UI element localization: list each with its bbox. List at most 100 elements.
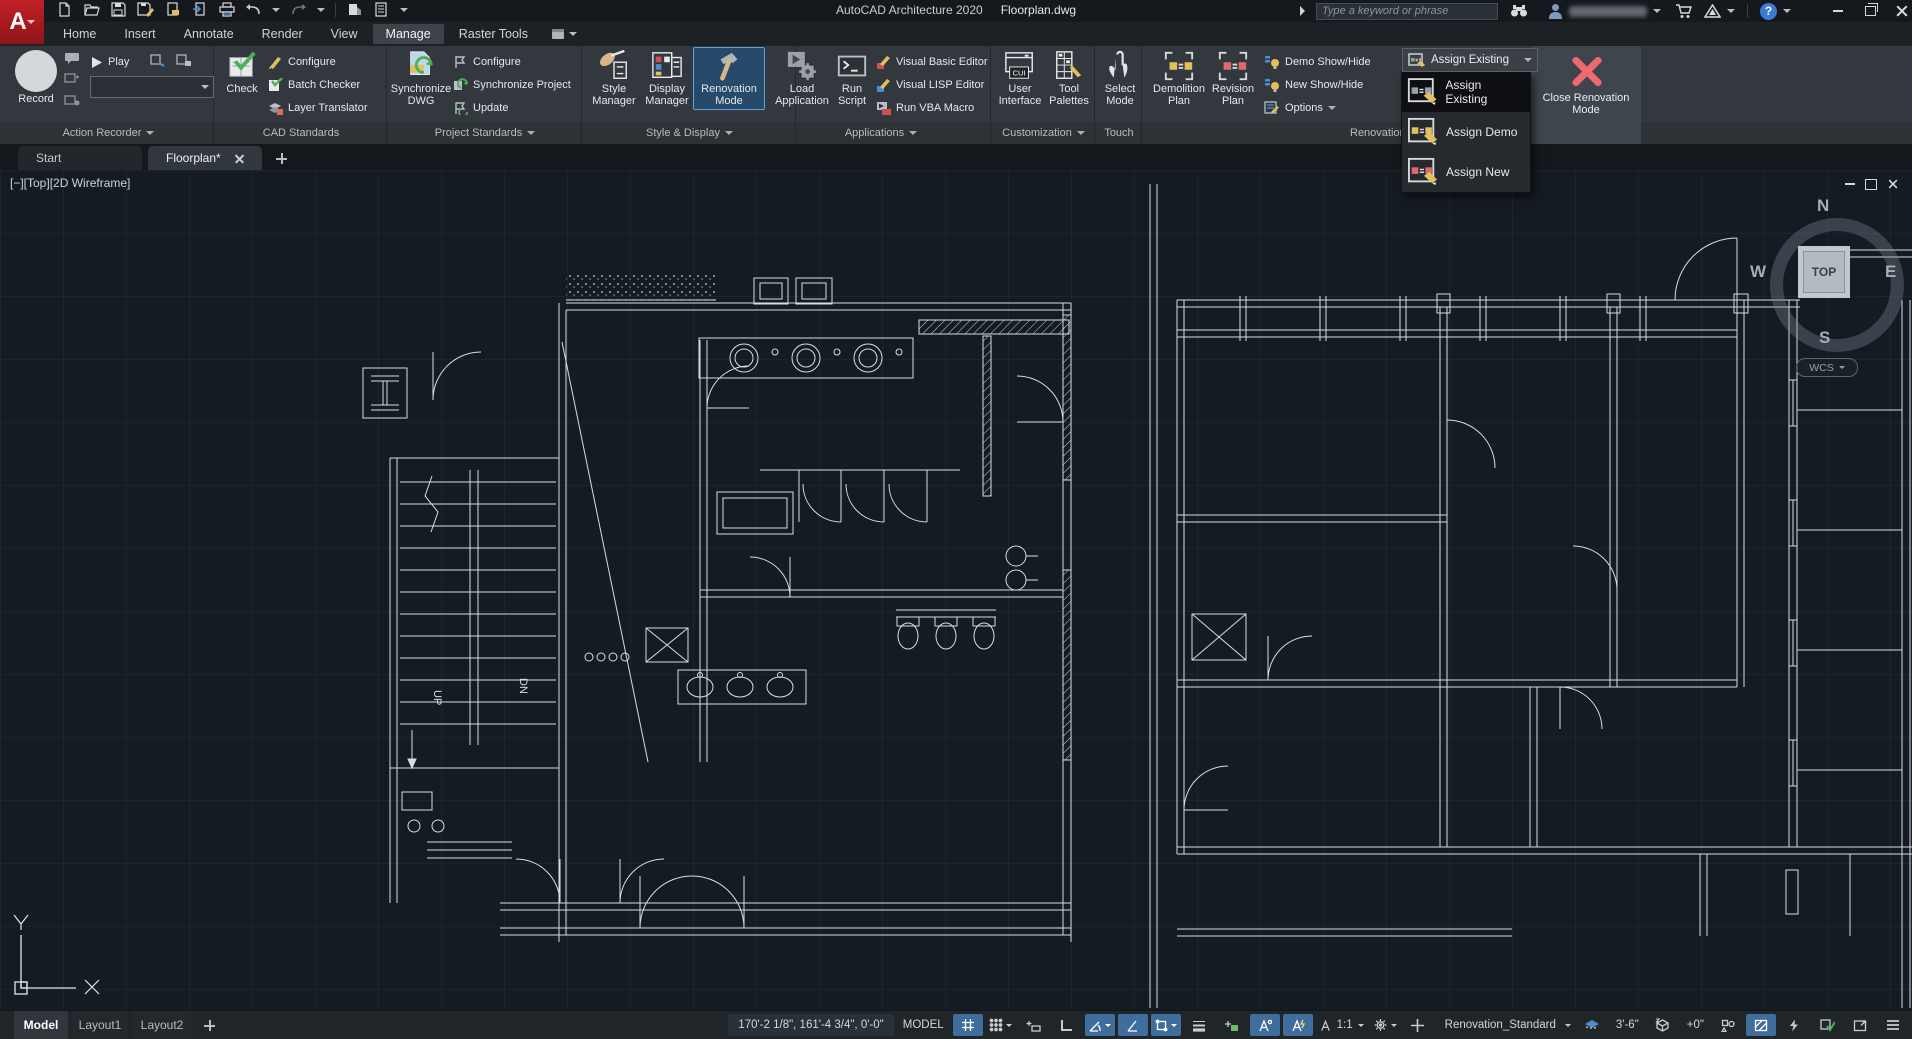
viewcube-south[interactable]: S (1819, 328, 1830, 348)
visual-lisp-editor-button[interactable]: Visual LISP Editor (876, 75, 984, 95)
layer-translator-button[interactable]: Layer Translator (268, 98, 367, 118)
close-renovation-mode-button[interactable]: Close Renovation Mode (1531, 46, 1641, 152)
isolate-objects-icon[interactable] (1713, 1014, 1743, 1036)
renovation-mode-button[interactable]: Renovation Mode (693, 47, 765, 110)
autodesk-logo-icon[interactable] (1704, 2, 1721, 20)
file-tab-start[interactable]: Start (18, 146, 142, 170)
synchronize-dwg-button[interactable]: Synchronize DWG (391, 48, 451, 109)
help-dropdown-icon[interactable] (1783, 9, 1791, 17)
user-interface-button[interactable]: CUI User Interface (995, 48, 1045, 109)
app-store-cart-icon[interactable] (1675, 2, 1692, 20)
demolition-plan-button[interactable]: Demolition Plan (1150, 48, 1208, 109)
close-button[interactable] (1889, 2, 1912, 20)
run-script-button[interactable]: Run Script (830, 48, 874, 109)
workspace-switching-icon[interactable] (1370, 1014, 1400, 1036)
action-macro-combobox[interactable] (90, 76, 214, 98)
grid-display-icon[interactable] (953, 1014, 983, 1036)
help-icon[interactable]: ? (1760, 3, 1777, 20)
tab-insert[interactable]: Insert (111, 24, 168, 44)
synchronize-project-button[interactable]: Synchronize Project (453, 75, 571, 95)
record-button[interactable]: Record (6, 48, 66, 108)
viewcube-west[interactable]: W (1750, 262, 1766, 282)
display-manager-button[interactable]: Display Manager (640, 48, 694, 109)
tab-manage[interactable]: Manage (373, 24, 444, 44)
open-file-icon[interactable] (83, 2, 100, 17)
panel-title-cad-standards[interactable]: CAD Standards (216, 122, 386, 144)
snap-mode-icon[interactable] (986, 1014, 1016, 1036)
panel-title-action-recorder[interactable]: Action Recorder (4, 122, 213, 144)
redo-button[interactable] (290, 3, 307, 17)
performance-icon[interactable] (1779, 1014, 1809, 1036)
menu-item-assign-demo[interactable]: Assign Demo (1402, 112, 1530, 152)
renovation-options-button[interactable]: Options (1264, 98, 1336, 118)
tab-layout1[interactable]: Layout1 (72, 1011, 128, 1039)
viewcube-east[interactable]: E (1885, 262, 1896, 282)
z-offset-display[interactable]: +0" (1681, 1019, 1710, 1031)
panel-title-style-display[interactable]: Style & Display (584, 122, 795, 144)
object-snap-icon[interactable] (1151, 1014, 1181, 1036)
plus-icon[interactable] (1403, 1014, 1433, 1036)
lineweight-icon[interactable] (1184, 1014, 1214, 1036)
minimize-button[interactable] (1825, 2, 1851, 20)
new-show-hide-button[interactable]: New Show/Hide (1264, 75, 1363, 95)
application-menu-button[interactable]: A (0, 0, 44, 44)
wcs-menu[interactable]: WCS (1796, 358, 1858, 377)
viewport-minimize-icon[interactable] (1845, 183, 1855, 185)
drawing-canvas[interactable]: UP DN [−][Top][2D Wireframe] N W E S TOP… (0, 170, 1912, 1010)
update-standards-button[interactable]: Update (453, 98, 508, 118)
osnap-tracking-icon[interactable] (1118, 1014, 1148, 1036)
qat-customize-icon[interactable] (400, 8, 408, 16)
viewport-close-icon[interactable] (1888, 179, 1898, 189)
annotation-scale-button[interactable]: 1:1 (1316, 1014, 1367, 1036)
demo-show-hide-button[interactable]: Demo Show/Hide (1264, 52, 1371, 72)
viewcube-north[interactable]: N (1817, 196, 1829, 216)
viewcube-top-face[interactable]: TOP (1798, 246, 1850, 298)
replace-z-cube-icon[interactable] (1648, 1014, 1678, 1036)
check-standards-button[interactable]: Check (218, 48, 266, 98)
save-icon[interactable] (110, 2, 127, 17)
panel-title-project-standards[interactable]: Project Standards (389, 122, 581, 144)
redo-dropdown-icon[interactable] (317, 8, 325, 16)
publish-icon[interactable] (191, 2, 208, 17)
tab-model[interactable]: Model (14, 1011, 68, 1039)
customization-menu-icon[interactable] (1878, 1014, 1908, 1036)
preference-icon[interactable] (150, 54, 166, 67)
sign-in-user-icon[interactable] (1548, 2, 1563, 20)
dynamic-input-icon[interactable] (1019, 1014, 1049, 1036)
viewport-controls-label[interactable]: [−][Top][2D Wireframe] (10, 176, 130, 190)
undo-dropdown-icon[interactable] (272, 8, 280, 16)
load-application-button[interactable]: Load Application (774, 48, 830, 109)
new-layout-button[interactable] (204, 1020, 215, 1031)
sheet-set-icon[interactable] (346, 2, 363, 17)
layer-properties-icon[interactable] (373, 2, 390, 17)
plot-device-icon[interactable] (164, 2, 181, 17)
manage-action-macros-icon[interactable] (176, 54, 192, 67)
ribbon-minimize-caret-icon[interactable] (569, 32, 577, 40)
renovation-style-select[interactable]: Renovation_Standard (1436, 1014, 1574, 1036)
restore-button[interactable] (1857, 2, 1883, 20)
tab-view[interactable]: View (318, 24, 371, 44)
polar-tracking-icon[interactable] (1085, 1014, 1115, 1036)
revision-plan-button[interactable]: Revision Plan (1206, 48, 1260, 109)
menu-item-assign-existing[interactable]: Assign Existing (1402, 72, 1530, 112)
style-manager-button[interactable]: Style Manager (588, 48, 640, 109)
tab-raster-tools[interactable]: Raster Tools (446, 24, 541, 44)
visual-basic-editor-button[interactable]: Visual Basic Editor (876, 52, 988, 72)
new-drawing-tab-button[interactable] (276, 153, 287, 164)
configure-standards-button[interactable]: Configure (268, 52, 336, 72)
panel-title-touch[interactable]: Touch (1097, 122, 1141, 144)
annotation-visibility-icon[interactable] (1250, 1014, 1280, 1036)
new-file-icon[interactable] (56, 2, 73, 17)
recorder-message-icon[interactable] (64, 52, 80, 65)
play-button[interactable]: Play (90, 52, 129, 72)
coordinates-display[interactable]: 170'-2 1/8", 161'-4 3/4", 0'-0" (728, 1014, 893, 1036)
file-tab-floorplan[interactable]: Floorplan* (148, 146, 262, 170)
isodraft-icon[interactable] (1217, 1014, 1247, 1036)
panel-title-customization[interactable]: Customization (993, 122, 1094, 144)
panel-title-applications[interactable]: Applications (772, 122, 990, 144)
hardware-acceleration-icon[interactable] (1746, 1014, 1776, 1036)
layers-icon[interactable] (1577, 1014, 1607, 1036)
select-mode-button[interactable]: Select Mode (1099, 48, 1141, 109)
elevation-display[interactable]: 3'-6" (1610, 1019, 1645, 1031)
tab-close-icon[interactable] (235, 154, 244, 163)
